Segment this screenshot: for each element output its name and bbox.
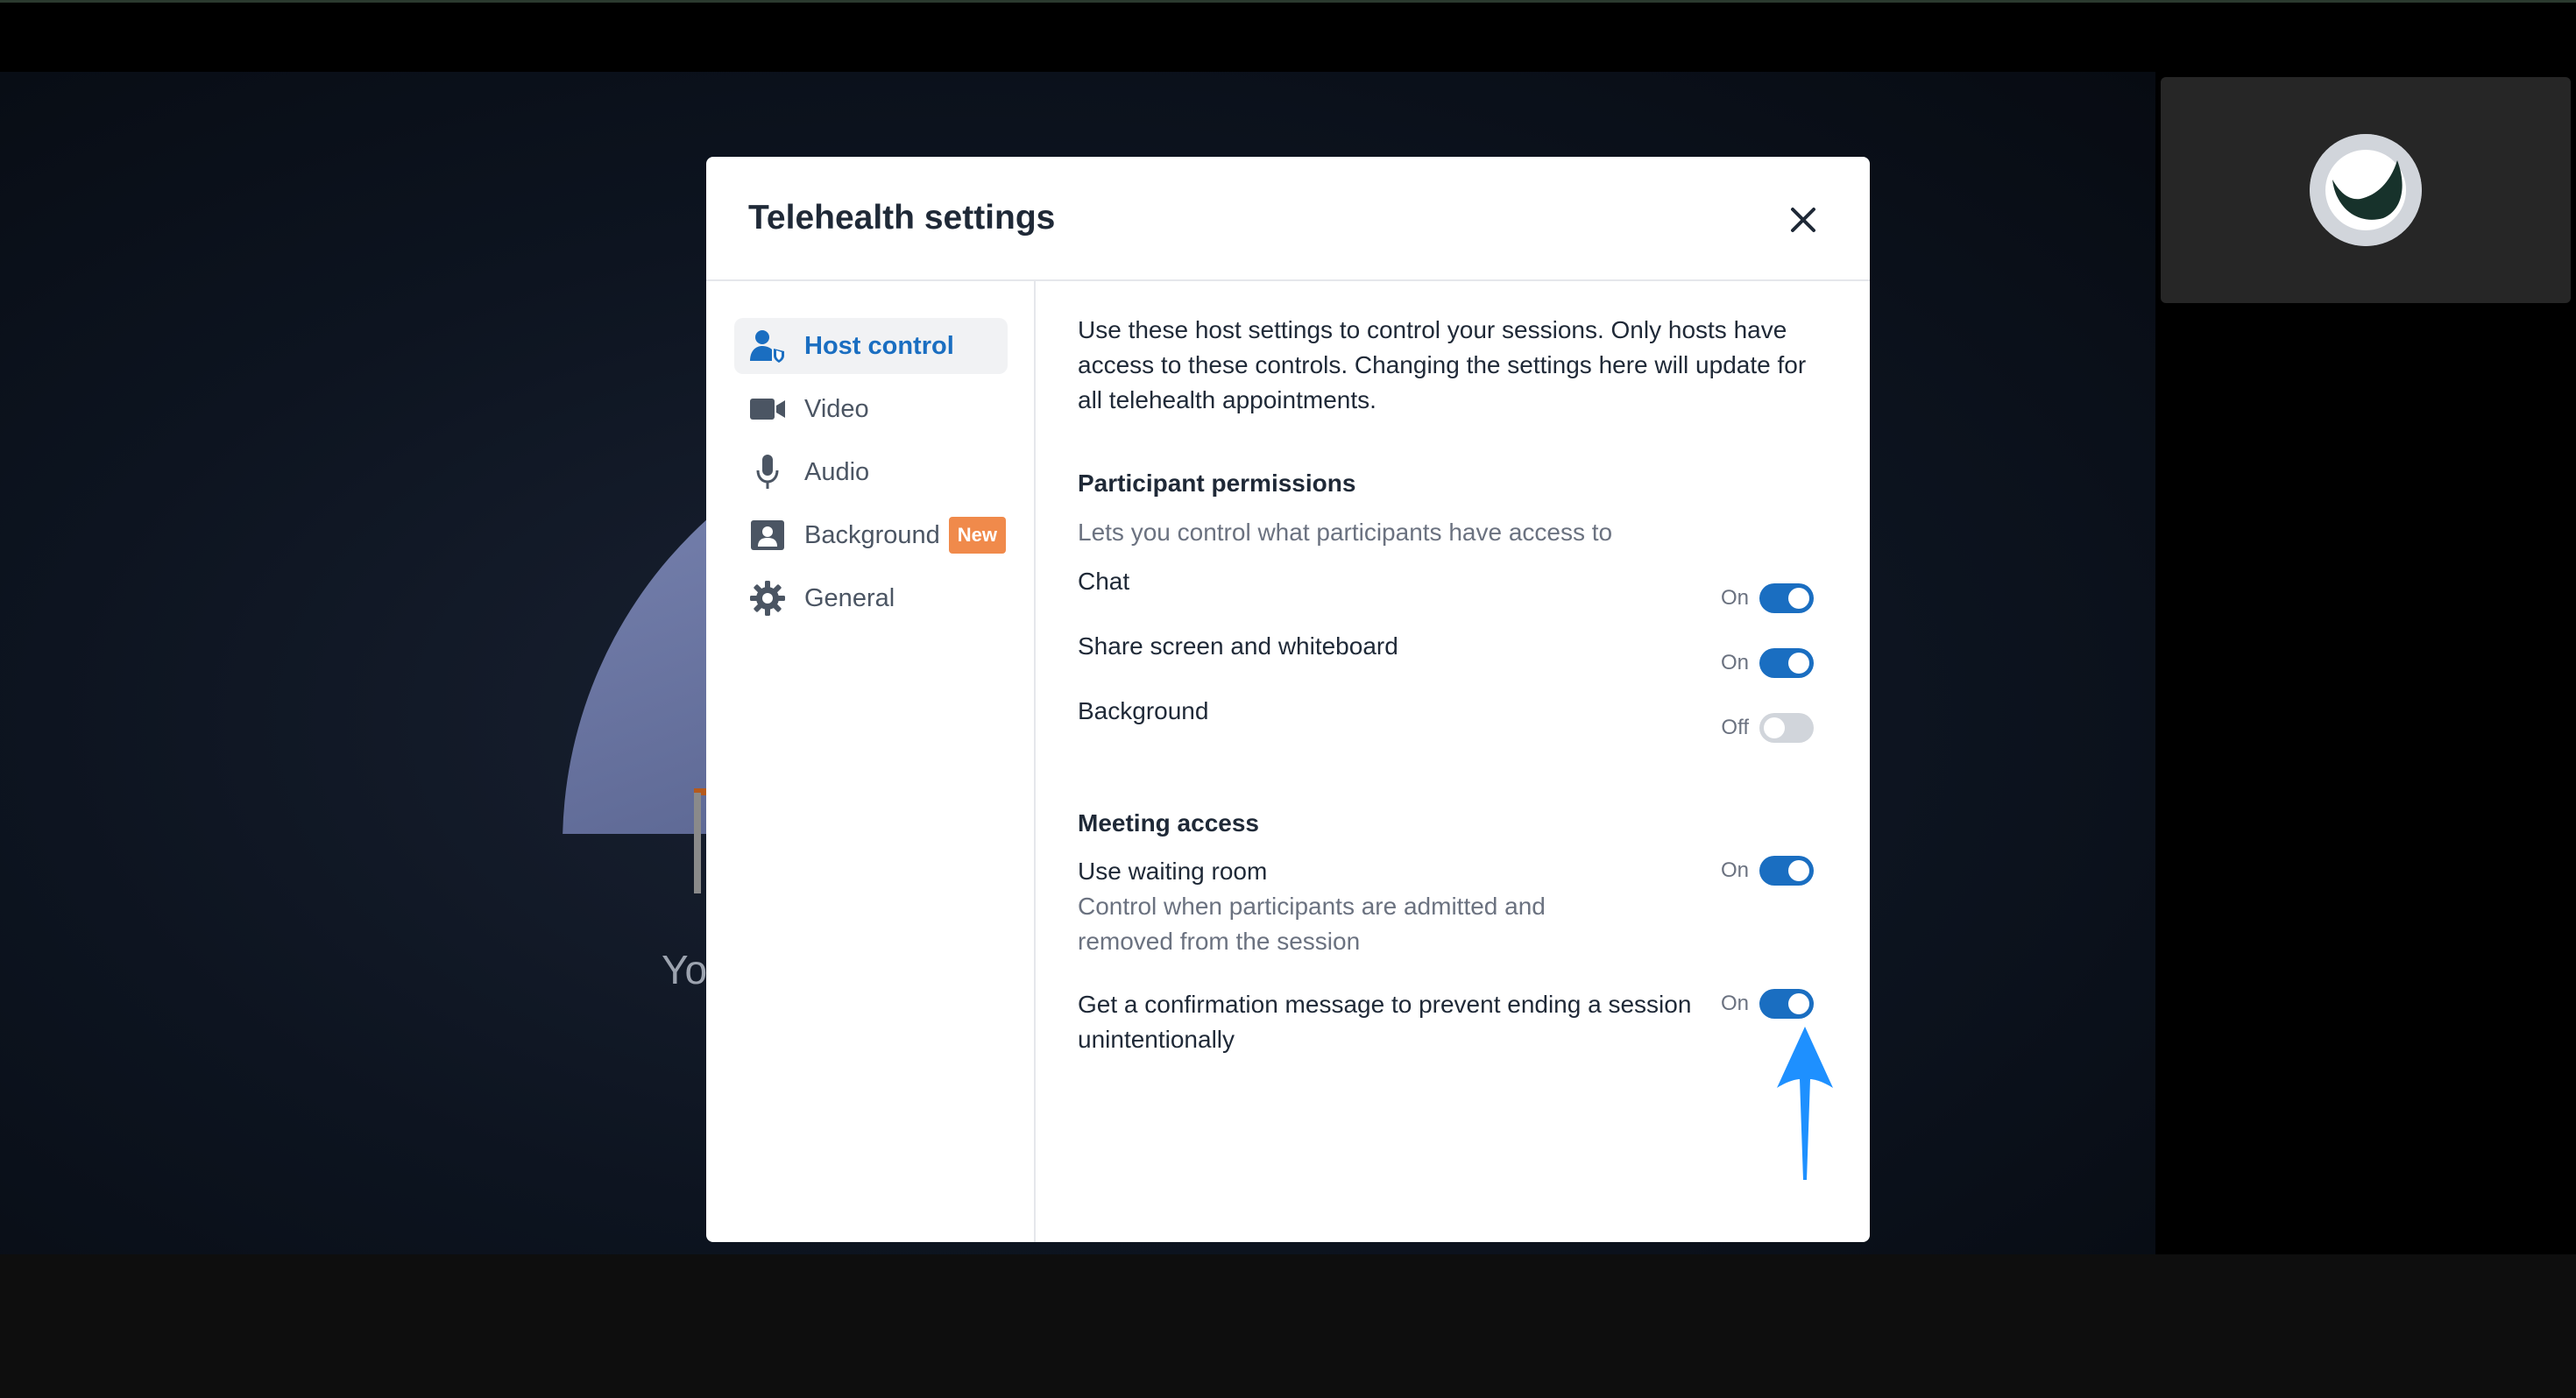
settings-dialog: Telehealth settings Host control Video A…: [706, 157, 1870, 1242]
section-title-participant-permissions: Participant permissions: [1078, 470, 1356, 497]
toggle-confirmation-message[interactable]: [1759, 989, 1814, 1019]
toggle-knob: [1788, 588, 1809, 609]
sidebar-item-label: General: [804, 583, 895, 612]
state-label-share-screen: On: [1720, 651, 1749, 674]
toggle-background[interactable]: [1759, 713, 1814, 743]
settings-content: Use these host settings to control your …: [1078, 281, 1840, 1242]
close-button[interactable]: [1784, 201, 1822, 239]
state-label-waiting-room: On: [1720, 858, 1749, 882]
toggle-chat[interactable]: [1759, 583, 1814, 613]
background-icon: [748, 516, 787, 554]
toggle-share-screen[interactable]: [1759, 648, 1814, 678]
close-icon: [1791, 208, 1815, 232]
toggle-knob: [1788, 653, 1809, 674]
setting-label-background: Background: [1078, 697, 1209, 724]
sidebar-item-label: Video: [804, 394, 869, 423]
dialog-header: Telehealth settings: [706, 157, 1870, 281]
state-label-confirmation-message: On: [1720, 992, 1749, 1015]
sidebar-item-label: Audio: [804, 457, 870, 486]
setting-label-waiting-room: Use waiting room: [1078, 858, 1268, 885]
avatar-logo-icon: [2310, 134, 2422, 246]
sidebar-item-label: Background: [804, 520, 940, 549]
settings-sidebar: Host control Video Audio Background New …: [706, 281, 1036, 1242]
sidebar-item-audio[interactable]: Audio: [734, 444, 1008, 500]
gear-icon: [748, 579, 787, 618]
top-edge-line: [0, 0, 2576, 3]
toggle-knob: [1788, 860, 1809, 881]
microphone-icon: [748, 453, 787, 491]
section-title-meeting-access: Meeting access: [1078, 809, 1259, 837]
video-caption-text: Yo: [662, 947, 708, 992]
video-camera-icon: [748, 390, 787, 428]
new-badge: New: [948, 517, 1007, 554]
pointer-arrow-icon: [1777, 1027, 1833, 1180]
toggle-waiting-room[interactable]: [1759, 856, 1814, 886]
sidebar-item-host-control[interactable]: Host control: [734, 318, 1008, 374]
sidebar-item-general[interactable]: General: [734, 570, 1008, 626]
self-view-tile[interactable]: [2161, 77, 2571, 303]
toggle-knob: [1788, 993, 1809, 1014]
sidebar-item-background[interactable]: Background New: [734, 507, 1008, 563]
setting-label-chat: Chat: [1078, 568, 1130, 595]
toggle-knob: [1764, 717, 1785, 738]
sidebar-item-video[interactable]: Video: [734, 381, 1008, 437]
setting-description-waiting-room: Control when participants are admitted a…: [1078, 893, 1546, 955]
dialog-title: Telehealth settings: [748, 199, 1056, 237]
setting-label-share-screen: Share screen and whiteboard: [1078, 632, 1398, 660]
video-frame-edge: [694, 793, 701, 893]
host-control-icon: [748, 327, 787, 365]
state-label-chat: On: [1720, 586, 1749, 610]
avatar: [2310, 134, 2422, 246]
sidebar-item-label: Host control: [804, 331, 954, 360]
state-label-background: Off: [1721, 716, 1749, 739]
bottom-toolbar: [0, 1254, 2576, 1398]
intro-text: Use these host settings to control your …: [1078, 316, 1807, 413]
setting-label-confirmation-message: Get a confirmation message to prevent en…: [1078, 991, 1692, 1053]
section-subtitle: Lets you control what participants have …: [1078, 519, 1613, 546]
